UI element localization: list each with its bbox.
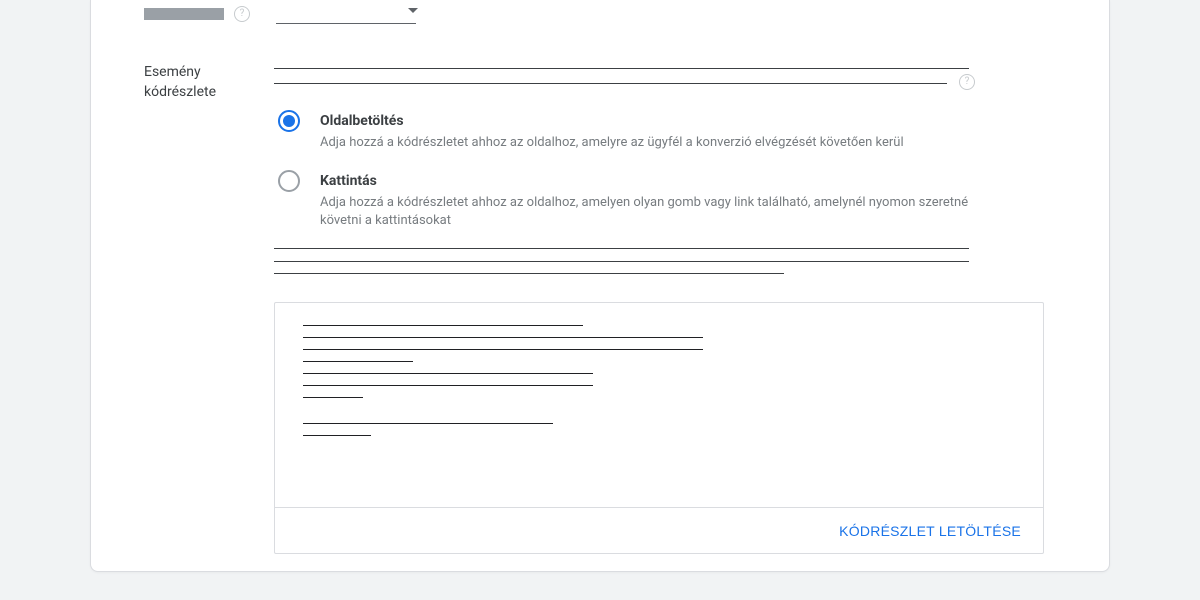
- code-snippet-body[interactable]: [275, 303, 1043, 507]
- chevron-down-icon: [408, 8, 418, 13]
- option-description: Adja hozzá a kódrészletet ahhoz az oldal…: [320, 134, 904, 152]
- option-title: Kattintás: [320, 170, 1010, 192]
- option-title: Oldalbetöltés: [320, 110, 904, 132]
- tag-trigger-options: Oldalbetöltés Adja hozzá a kódrészletet …: [274, 110, 1044, 230]
- prior-setting-row: ?: [91, 4, 1109, 24]
- radio-click[interactable]: [278, 170, 300, 192]
- redacted-text-line: [274, 83, 947, 84]
- dropdown-select[interactable]: [276, 4, 416, 24]
- redacted-label: [144, 8, 224, 20]
- section-label: Esemény kódrészlete: [144, 62, 274, 102]
- download-snippet-button[interactable]: KÓDRÉSZLET LETÖLTÉSE: [839, 523, 1021, 539]
- help-icon[interactable]: ?: [959, 74, 975, 90]
- radio-page-load[interactable]: [278, 110, 300, 132]
- code-snippet-card: KÓDRÉSZLET LETÖLTÉSE: [274, 302, 1044, 554]
- redacted-paragraph: [274, 248, 1044, 274]
- option-page-load[interactable]: Oldalbetöltés Adja hozzá a kódrészletet …: [274, 110, 1044, 152]
- settings-card: ? Esemény kódrészlete ? Oldalbetöltés: [90, 0, 1110, 572]
- option-click[interactable]: Kattintás Adja hozzá a kódrészletet ahho…: [274, 170, 1044, 230]
- help-icon[interactable]: ?: [234, 6, 250, 22]
- option-description: Adja hozzá a kódrészletet ahhoz az oldal…: [320, 194, 1010, 230]
